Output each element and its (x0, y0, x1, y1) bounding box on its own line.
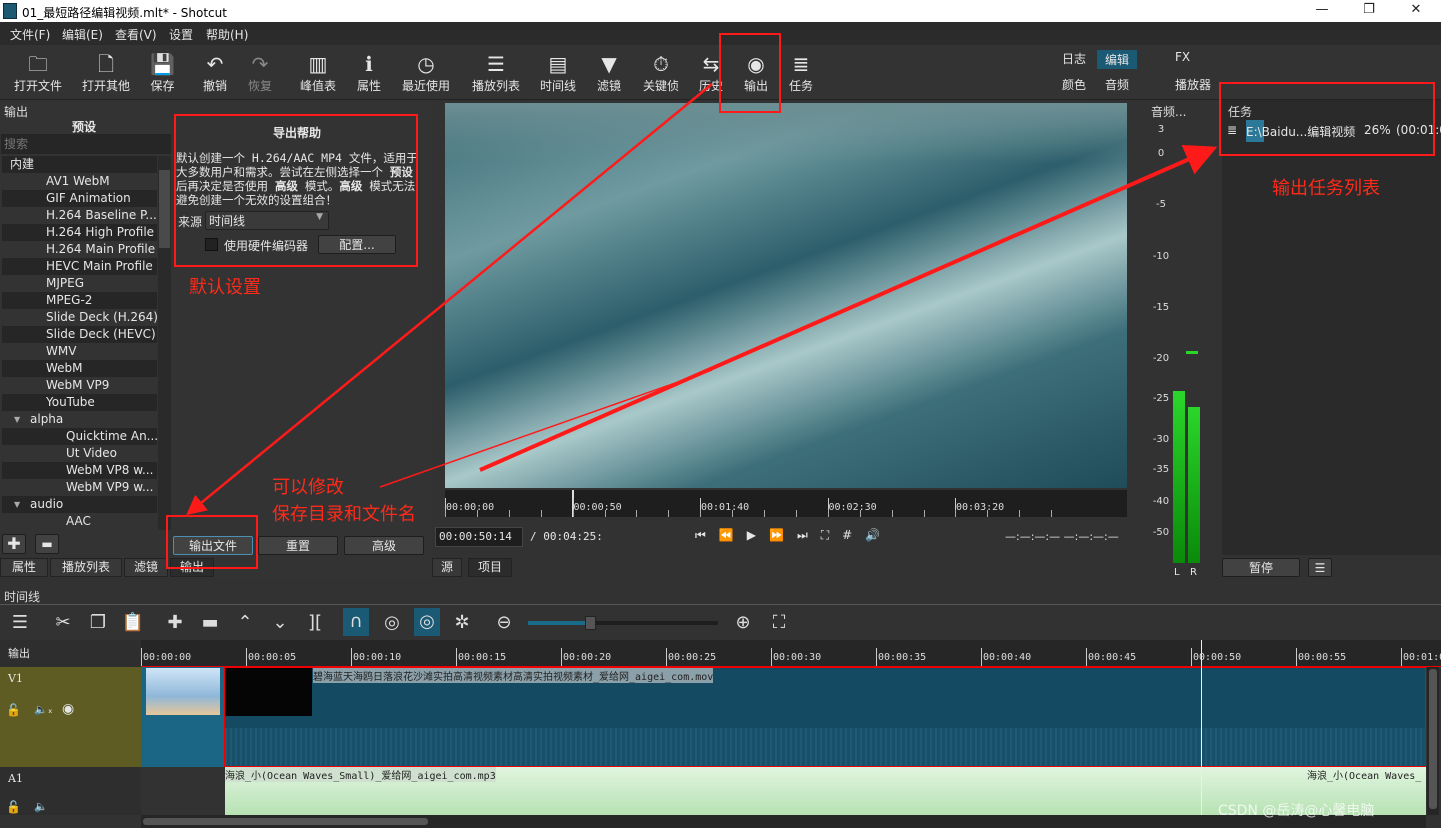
annotation-arrows (186, 83, 1218, 516)
watermark: CSDN @岳涛@心馨电脑 (1218, 803, 1375, 819)
arrow-to-export-button (186, 83, 713, 516)
arrow-line (379, 369, 713, 488)
arrow-to-jobs (479, 144, 1218, 472)
